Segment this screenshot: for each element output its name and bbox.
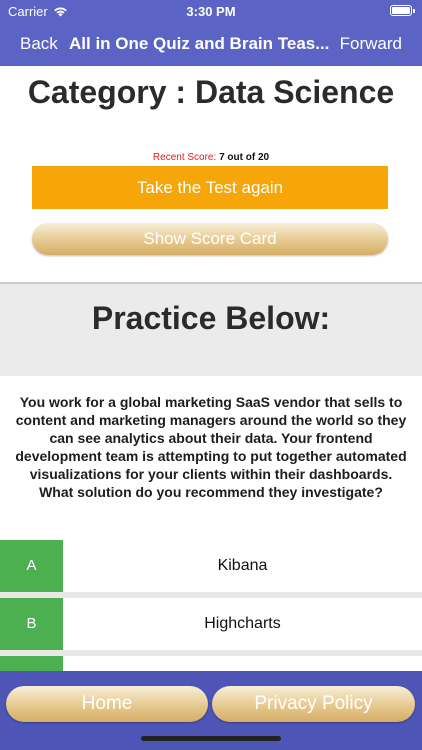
navigation-bar: Back All in One Quiz and Brain Teas... F… xyxy=(0,22,422,66)
recent-score-label: Recent Score: xyxy=(152,152,217,163)
retake-test-button[interactable]: Take the Test again xyxy=(32,166,388,209)
answer-option-a[interactable]: A Kibana xyxy=(0,540,422,592)
show-score-card-button[interactable]: Show Score Card xyxy=(32,223,388,255)
answer-list: A Kibana B Highcharts xyxy=(0,540,422,671)
forward-button[interactable]: Forward xyxy=(340,34,402,54)
nav-title: All in One Quiz and Brain Teas... xyxy=(69,34,330,53)
category-header: Category : Data Science Recent Score: 7 … xyxy=(0,66,422,282)
status-bar: Carrier 3:30 PM xyxy=(0,0,422,22)
recent-score: Recent Score: 7 out of 20 xyxy=(0,152,422,163)
answer-letter xyxy=(0,656,63,671)
battery-fill xyxy=(392,7,410,14)
answer-text: Kibana xyxy=(217,557,268,574)
recent-score-value: 7 out of 20 xyxy=(219,152,270,163)
privacy-policy-button[interactable]: Privacy Policy xyxy=(212,686,415,722)
answer-text: Highcharts xyxy=(204,615,281,632)
practice-section-header: Practice Below: xyxy=(0,282,422,376)
question-card: You work for a global marketing SaaS ven… xyxy=(0,376,422,540)
practice-title: Practice Below: xyxy=(91,300,331,336)
home-button[interactable]: Home xyxy=(6,686,208,722)
battery-icon xyxy=(390,5,415,16)
back-button[interactable]: Back xyxy=(20,34,58,54)
home-indicator[interactable] xyxy=(141,736,281,741)
answer-option-c[interactable] xyxy=(0,656,422,671)
status-time: 3:30 PM xyxy=(186,4,236,19)
category-title: Category : Data Science xyxy=(27,74,395,110)
question-text: You work for a global marketing SaaS ven… xyxy=(15,394,407,500)
answer-letter: B xyxy=(0,598,63,650)
answer-option-b[interactable]: B Highcharts xyxy=(0,598,422,650)
answer-text xyxy=(63,656,422,671)
answer-letter: A xyxy=(0,540,63,592)
